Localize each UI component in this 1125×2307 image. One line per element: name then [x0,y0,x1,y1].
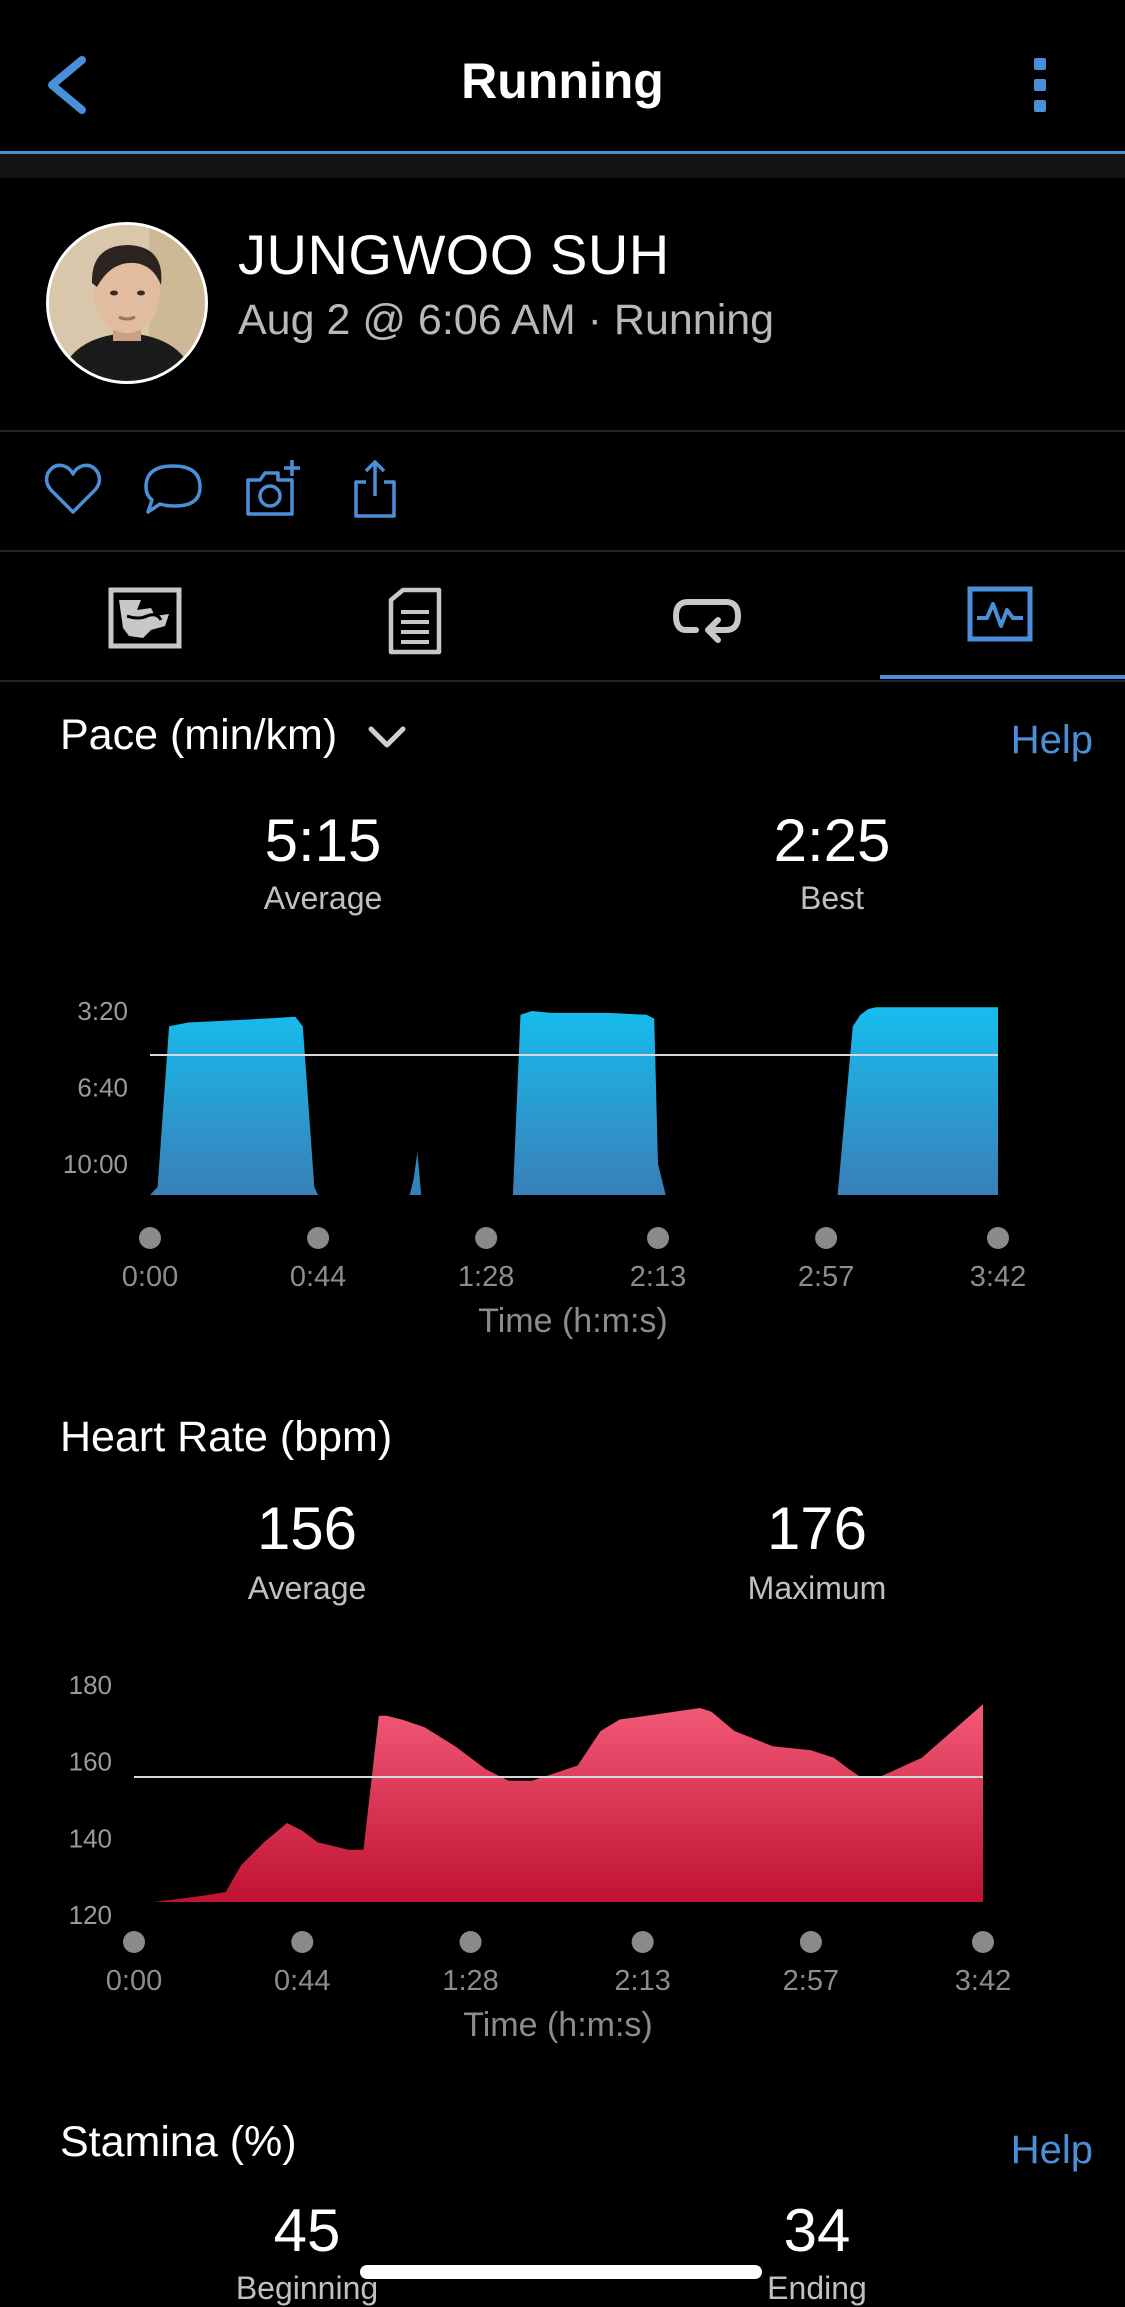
x-tick-dot [291,1931,314,1953]
share-button[interactable] [344,458,406,520]
pace-average-value: 5:15 [264,807,382,874]
x-tick-dot [799,1931,822,1953]
tab-laps[interactable] [562,562,852,682]
pace-x-axis-title: Time (h:m:s) [478,1302,668,1340]
y-tick-label: 6:40 [77,1073,128,1103]
like-button[interactable] [42,458,104,520]
heart-rate-chart: 180 160 140 120 0:00 0:44 1:28 2:13 2:57 3:42 [69,1670,1012,1997]
more-vertical-icon [1034,58,1046,112]
pace-best-label: Best [799,880,865,916]
comment-button[interactable] [142,458,204,520]
pace-help-link[interactable]: Help [1011,718,1093,763]
stamina-ending-value: 34 [783,2197,851,2264]
comment-icon [144,464,202,514]
tab-bar-divider [0,680,1125,682]
hr-maximum-label: Maximum [747,1570,887,1606]
x-tick-label: 0:00 [106,1965,162,1997]
x-tick-label: 3:42 [955,1965,1011,1997]
y-tick-label: 180 [69,1670,112,1700]
hr-average-value: 156 [256,1495,358,1562]
home-indicator [360,2265,762,2279]
pace-chart: 3:20 6:40 10:00 0:00 0:44 1:28 2:13 2:57 3:42 [63,996,1026,1293]
x-tick-label: 0:44 [274,1965,330,1997]
x-tick-dot [815,1227,838,1249]
add-photo-icon [246,460,300,516]
stamina-beginning-value: 45 [273,2197,341,2264]
x-tick-label: 1:28 [458,1261,514,1293]
chevron-down-icon [368,726,406,748]
divider [0,550,1125,552]
tab-details[interactable] [270,562,560,682]
stamina-help-link[interactable]: Help [1011,2128,1093,2173]
x-tick-dot [123,1931,145,1953]
pace-chart-title[interactable]: Pace (min/km) [60,711,407,760]
x-tick-label: 2:57 [783,1965,839,1997]
tab-charts[interactable] [855,562,1125,682]
y-tick-label: 3:20 [77,996,128,1026]
pace-area-series [150,1007,998,1195]
stamina-chart-title: Stamina (%) [60,2118,297,2166]
y-tick-label: 140 [69,1823,112,1853]
x-tick-label: 3:42 [970,1261,1026,1293]
x-tick-label: 1:28 [442,1965,498,1997]
avatar[interactable] [46,222,208,384]
laps-icon [672,599,742,643]
x-tick-label: 0:44 [290,1261,346,1293]
more-button[interactable] [1020,50,1060,120]
details-icon [388,587,442,655]
x-tick-dot [459,1931,482,1953]
x-tick-label: 2:13 [614,1965,670,1997]
x-tick-label: 0:00 [122,1261,178,1293]
add-photo-button[interactable] [242,458,304,520]
nav-shadow-band [0,154,1125,178]
y-tick-label: 160 [69,1747,112,1777]
map-icon [108,587,182,649]
tab-map[interactable] [0,562,290,682]
heart-rate-area-series [134,1704,983,1902]
divider [0,430,1125,432]
activity-meta: Aug 2 @ 6:06 AM · Running [238,296,775,344]
pace-average-label: Average [263,880,383,916]
x-tick-dot [139,1227,161,1249]
charts-icon [967,586,1033,642]
y-tick-label: 120 [69,1900,112,1930]
heart-icon [44,463,102,514]
hr-average-label: Average [247,1570,367,1606]
avatar-portrait [49,225,205,381]
heart-rate-chart-title: Heart Rate (bpm) [60,1413,393,1461]
pace-best-value: 2:25 [773,807,891,874]
x-tick-label: 2:57 [798,1261,854,1293]
active-tab-indicator [880,675,1125,679]
x-tick-dot [972,1931,994,1953]
pace-title-text: Pace (min/km) [60,711,338,759]
user-name[interactable]: JUNGWOO SUH [238,222,670,287]
x-tick-dot [647,1227,670,1249]
x-tick-dot [307,1227,330,1249]
x-tick-dot [987,1227,1009,1249]
page-title: Running [461,53,664,109]
hr-maximum-value: 176 [766,1495,868,1562]
hr-x-axis-title: Time (h:m:s) [463,2006,653,2044]
x-tick-dot [631,1931,654,1953]
y-tick-label: 10:00 [63,1149,128,1179]
x-tick-dot [475,1227,498,1249]
x-tick-label: 2:13 [630,1261,686,1293]
share-icon [354,460,396,518]
